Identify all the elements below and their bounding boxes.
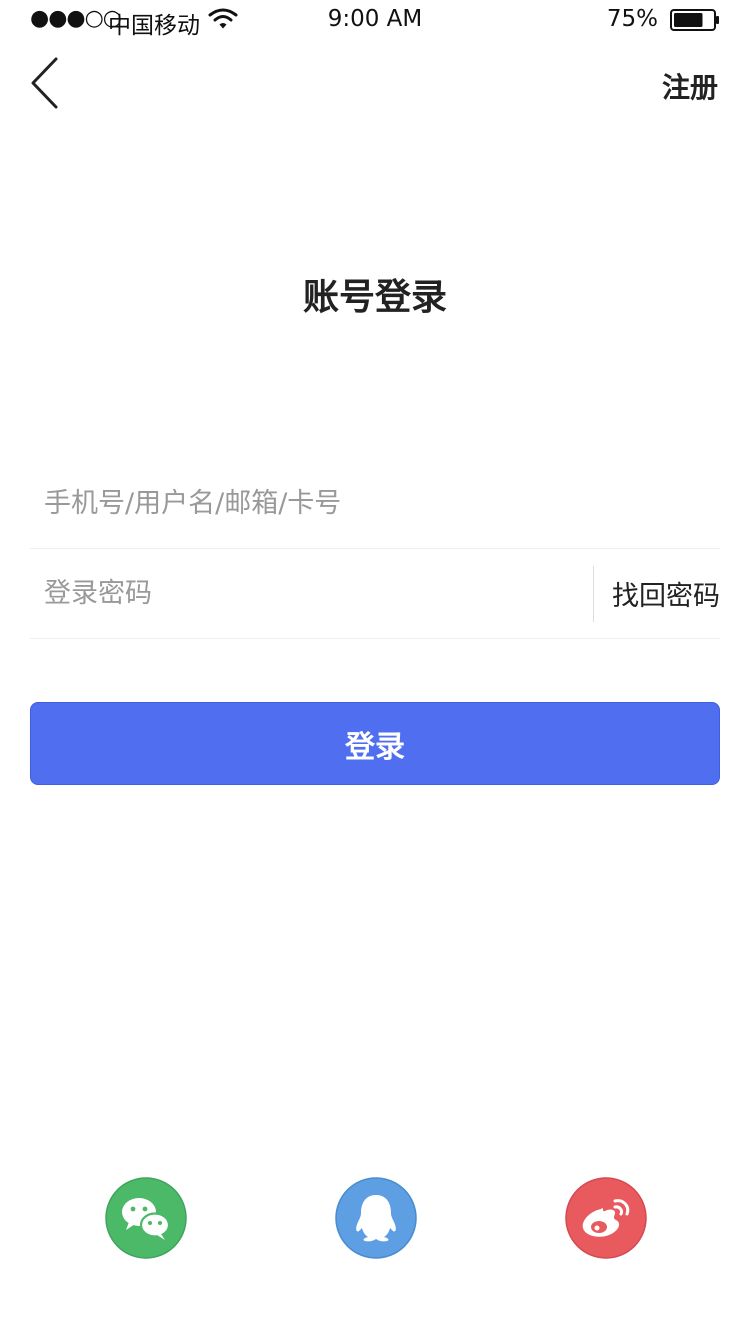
chevron-left-icon: [31, 57, 58, 109]
weibo-login-button[interactable]: [565, 1177, 647, 1259]
login-button[interactable]: 登录: [30, 702, 720, 785]
qq-login-button[interactable]: [335, 1177, 417, 1259]
status-bar: ●●●○○ 中国移动 9:00 AM 75%: [0, 0, 750, 40]
back-button[interactable]: [28, 56, 62, 112]
wechat-icon: [105, 1177, 187, 1259]
forgot-password-link[interactable]: 找回密码: [612, 574, 720, 613]
password-field-row: 找回密码: [30, 548, 720, 639]
username-field-row: [30, 458, 720, 549]
weibo-icon: [565, 1177, 647, 1259]
battery-percent: 75%: [606, 6, 658, 32]
password-input[interactable]: [44, 548, 574, 638]
login-page: ●●●○○ 中国移动 9:00 AM 75% 注册 账号登录 手机号/用户名/邮…: [0, 0, 750, 1334]
username-input[interactable]: [44, 458, 704, 548]
register-link[interactable]: 注册: [662, 66, 718, 106]
field-divider: [593, 566, 594, 622]
qq-icon: [335, 1177, 417, 1259]
battery-icon: [670, 9, 720, 31]
wechat-login-button[interactable]: [105, 1177, 187, 1259]
page-title: 账号登录: [302, 277, 447, 318]
